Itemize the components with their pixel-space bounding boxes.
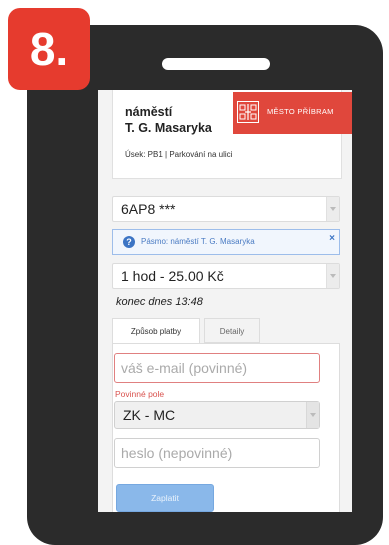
duration-value: 1 hod - 25.00 Kč: [121, 268, 224, 284]
plate-select[interactable]: 6AP8 ***: [112, 196, 340, 222]
city-logo-text: MĚSTO PŘÍBRAM: [267, 107, 334, 116]
operator-select[interactable]: ZK - MC: [114, 401, 320, 429]
question-icon: ?: [123, 236, 135, 248]
chevron-down-icon: [326, 197, 339, 221]
chevron-down-icon: [326, 264, 339, 288]
duration-select[interactable]: 1 hod - 25.00 Kč: [112, 263, 340, 289]
operator-value: ZK - MC: [123, 407, 176, 423]
zone-name: náměstí T. G. Masaryka: [125, 104, 212, 136]
close-icon[interactable]: ×: [329, 233, 335, 244]
tab-payment-method[interactable]: Způsob platby: [112, 318, 200, 343]
required-label: Povinné pole: [115, 389, 165, 399]
zone-name-line2: T. G. Masaryka: [125, 121, 212, 135]
chevron-down-icon: [306, 402, 319, 428]
section-info: Úsek: PB1 | Parkování na ulici: [125, 150, 233, 159]
zone-info-card: náměstí T. G. Masaryka MĚSTO PŘÍBRAM Úse…: [112, 90, 352, 179]
step-badge: 8.: [8, 8, 90, 90]
zone-name-line1: náměstí: [125, 105, 173, 119]
email-field[interactable]: váš e-mail (povinné): [114, 353, 320, 383]
zone-alert-text: Pásmo: náměstí T. G. Masaryka: [141, 237, 255, 246]
end-time: konec dnes 13:48: [116, 296, 203, 308]
password-field[interactable]: heslo (nepovinné): [114, 438, 320, 468]
pay-button[interactable]: Zaplatit: [116, 484, 214, 512]
plate-value: 6AP8 ***: [121, 201, 176, 217]
city-logo: MĚSTO PŘÍBRAM: [233, 92, 352, 134]
tab-details[interactable]: Detaily: [204, 318, 260, 343]
zone-alert: ? Pásmo: náměstí T. G. Masaryka ×: [112, 229, 340, 255]
city-crest-icon: [237, 101, 259, 123]
phone-speaker: [162, 58, 270, 70]
tabs: Způsob platby Detaily: [112, 318, 340, 344]
phone-screen: náměstí T. G. Masaryka MĚSTO PŘÍBRAM Úse…: [98, 90, 352, 512]
